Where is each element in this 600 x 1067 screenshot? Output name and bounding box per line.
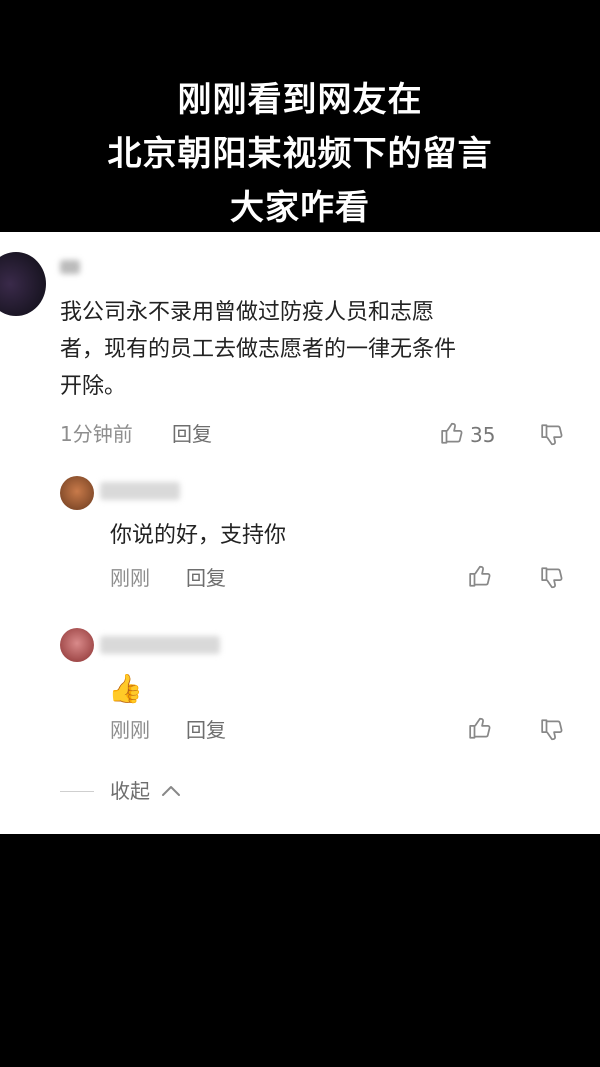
reply-name-blurred-1[interactable]	[100, 482, 180, 500]
comment-like-count: 35	[470, 423, 496, 447]
title-line-3: 大家咋看	[230, 188, 370, 228]
title-line-1: 刚刚看到网友在	[177, 80, 423, 120]
thumbs-down-icon[interactable]	[540, 422, 566, 448]
comment-panel: 我公司永不录用曾做过防疫人员和志愿 者，现有的员工去做志愿者的一律无条件 开除。…	[0, 232, 600, 834]
thumbs-down-icon[interactable]	[540, 565, 566, 591]
reply-avatar-1[interactable]	[60, 476, 94, 510]
thumbs-up-icon[interactable]	[468, 563, 494, 589]
reply-reply-button-2[interactable]: 回复	[186, 718, 226, 742]
comment-reply-button[interactable]: 回复	[172, 422, 212, 446]
comment-line-3: 开除。	[60, 374, 127, 399]
reply-time-1: 刚刚	[110, 566, 150, 590]
comment-line-2: 者，现有的员工去做志愿者的一律无条件	[60, 337, 457, 362]
comment-time: 1分钟前	[60, 422, 133, 446]
thumbs-up-icon[interactable]	[468, 715, 494, 741]
reply-time-2: 刚刚	[110, 718, 150, 742]
commenter-avatar[interactable]	[0, 252, 46, 316]
collapse-divider	[60, 791, 94, 792]
thumbs-up-icon[interactable]	[440, 420, 466, 446]
video-title-overlay: 刚刚看到网友在 北京朝阳某视频下的留言 大家咋看	[0, 0, 600, 232]
reply-reply-button-1[interactable]: 回复	[186, 566, 226, 590]
reply-name-blurred-2[interactable]	[100, 636, 220, 654]
comment-line-1: 我公司永不录用曾做过防疫人员和志愿	[60, 300, 435, 325]
commenter-name-blurred[interactable]	[60, 260, 80, 274]
collapse-label[interactable]: 收起	[110, 779, 150, 803]
chevron-up-icon[interactable]	[160, 781, 182, 801]
reply-avatar-2[interactable]	[60, 628, 94, 662]
reply-emoji-2: 👍	[108, 672, 143, 705]
thumbs-down-icon[interactable]	[540, 717, 566, 743]
reply-text-1: 你说的好，支持你	[110, 523, 287, 548]
comment-text: 我公司永不录用曾做过防疫人员和志愿 者，现有的员工去做志愿者的一律无条件 开除。	[60, 294, 580, 405]
title-line-2: 北京朝阳某视频下的留言	[107, 134, 493, 174]
